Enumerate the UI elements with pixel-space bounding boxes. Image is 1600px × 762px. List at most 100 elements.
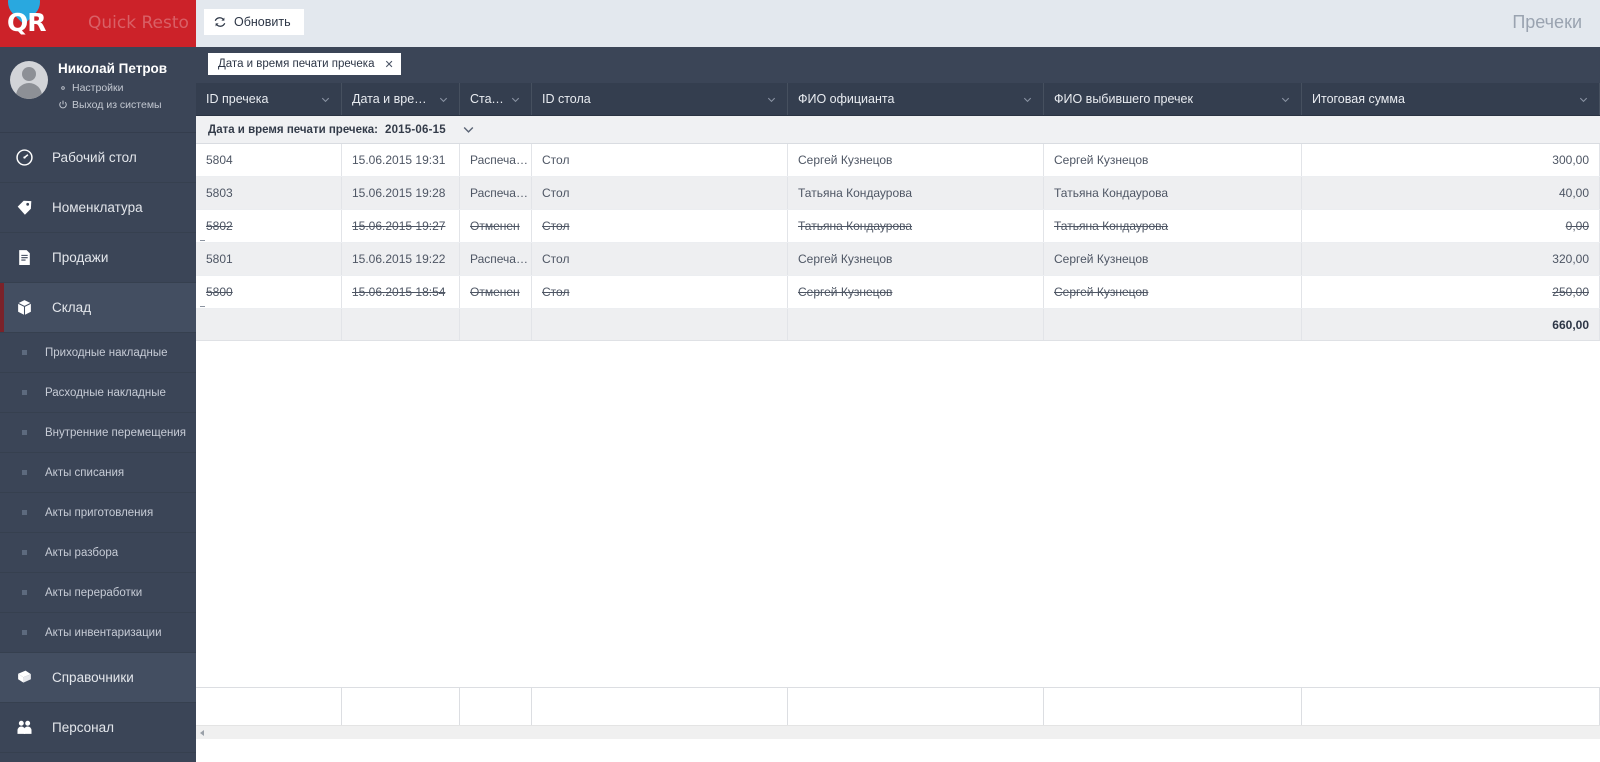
column-header-id[interactable]: ID пречека xyxy=(196,83,342,115)
footer-cell xyxy=(1302,688,1600,725)
chevron-down-icon[interactable] xyxy=(320,94,331,105)
cell-id: 5803 xyxy=(196,177,342,209)
column-header-label: ФИО официанта xyxy=(798,92,895,106)
cell-datetime: 15.06.2015 19:28 xyxy=(342,177,460,209)
row-marker xyxy=(200,306,205,307)
sidebar-item-sales[interactable]: Продажи xyxy=(0,233,196,283)
chevron-down-icon[interactable] xyxy=(510,94,521,105)
cell-waiter: Татьяна Кондаурова xyxy=(788,177,1044,209)
sidebar-item-label: Приходные накладные xyxy=(45,346,168,359)
user-name: Николай Петров xyxy=(58,61,168,76)
table-row[interactable]: 5801 15.06.2015 19:22 Распеча… Стол Серг… xyxy=(196,243,1600,276)
cell-waiter: Сергей Кузнецов xyxy=(788,144,1044,176)
chevron-down-icon[interactable] xyxy=(766,94,777,105)
horizontal-scrollbar[interactable] xyxy=(196,725,1600,739)
column-header-label: ID пречека xyxy=(206,92,269,106)
column-header-waiter[interactable]: ФИО официанта xyxy=(788,83,1044,115)
cell-issuer: Сергей Кузнецов xyxy=(1044,243,1302,275)
sidebar-item-processing-acts[interactable]: Акты переработки xyxy=(0,573,196,613)
sidebar-item-label: Акты разбора xyxy=(45,546,119,559)
cell-id: 5801 xyxy=(196,243,342,275)
filter-bar: Дата и время печати пречека ✕ xyxy=(196,47,1600,83)
cell-issuer: Сергей Кузнецов xyxy=(1044,144,1302,176)
cell-datetime: 15.06.2015 18:54 xyxy=(342,276,460,308)
sidebar-item-writeoff-acts[interactable]: Акты списания xyxy=(0,453,196,493)
cell-total: 0,00 xyxy=(1302,210,1600,242)
column-header-issuer[interactable]: ФИО выбившего пречек xyxy=(1044,83,1302,115)
chevron-down-icon[interactable] xyxy=(1578,94,1589,105)
sidebar-item-preparation-acts[interactable]: Акты приготовления xyxy=(0,493,196,533)
footer-cell xyxy=(532,688,788,725)
chevron-down-icon[interactable] xyxy=(1280,94,1291,105)
chevron-down-icon[interactable] xyxy=(1022,94,1033,105)
avatar[interactable] xyxy=(10,61,48,99)
chevron-down-icon[interactable] xyxy=(462,123,475,136)
filter-chip-print-datetime[interactable]: Дата и время печати пречека ✕ xyxy=(208,53,401,75)
sidebar-item-inventory-acts[interactable]: Акты инвентаризации xyxy=(0,613,196,653)
sidebar-item-internal-transfers[interactable]: Внутренние перемещения xyxy=(0,413,196,453)
power-icon xyxy=(59,100,67,109)
gear-icon xyxy=(61,86,65,90)
total-cell-empty xyxy=(460,309,532,340)
top-bar: Обновить Пречеки xyxy=(196,0,1600,47)
sidebar-item-disassembly-acts[interactable]: Акты разбора xyxy=(0,533,196,573)
settings-link[interactable]: Настройки xyxy=(58,82,196,94)
column-header-total[interactable]: Итоговая сумма xyxy=(1302,83,1600,115)
sidebar-item-label: Акты инвентаризации xyxy=(45,626,162,639)
user-profile: Николай Петров Настройки Выход из систем… xyxy=(0,47,196,133)
bullet-icon xyxy=(22,630,27,635)
cell-issuer: Татьяна Кондаурова xyxy=(1044,177,1302,209)
total-cell-empty xyxy=(1044,309,1302,340)
group-header-row[interactable]: Дата и время печати пречека: 2015-06-15 xyxy=(196,116,1600,144)
column-header-label: Статус xyxy=(470,92,504,106)
cell-total: 40,00 xyxy=(1302,177,1600,209)
cell-status: Распеча… xyxy=(460,144,532,176)
cell-status: Распеча… xyxy=(460,177,532,209)
chevron-down-icon[interactable] xyxy=(438,94,449,105)
table-row[interactable]: 5804 15.06.2015 19:31 Распеча… Стол Серг… xyxy=(196,144,1600,177)
bullet-icon xyxy=(22,390,27,395)
brand-logo[interactable]: QR Quick Resto xyxy=(0,0,196,47)
sidebar-item-outgoing-invoices[interactable]: Расходные накладные xyxy=(0,373,196,413)
cell-id: 5804 xyxy=(196,144,342,176)
group-label: Дата и время печати пречека: xyxy=(208,123,378,136)
cell-status: Отменен xyxy=(460,210,532,242)
column-header-status[interactable]: Статус xyxy=(460,83,532,115)
total-cell-empty xyxy=(342,309,460,340)
column-header-datetime[interactable]: Дата и врем… xyxy=(342,83,460,115)
refresh-button[interactable]: Обновить xyxy=(204,9,304,35)
sidebar-item-dashboard[interactable]: Рабочий стол xyxy=(0,133,196,183)
total-cell-empty xyxy=(788,309,1044,340)
logout-link[interactable]: Выход из системы xyxy=(58,99,196,111)
logout-label: Выход из системы xyxy=(72,99,162,111)
footer-cell xyxy=(1044,688,1302,725)
sidebar-item-directories[interactable]: Справочники xyxy=(0,653,196,703)
table-row[interactable]: 5800 15.06.2015 18:54 Отменен Стол Серге… xyxy=(196,276,1600,309)
footer-cell xyxy=(460,688,532,725)
table-row[interactable]: 5802 15.06.2015 19:27 Отменен Стол Татья… xyxy=(196,210,1600,243)
sidebar-item-incoming-invoices[interactable]: Приходные накладные xyxy=(0,333,196,373)
sidebar-item-warehouse[interactable]: Склад xyxy=(0,283,196,333)
table-row[interactable]: 5803 15.06.2015 19:28 Распеча… Стол Тать… xyxy=(196,177,1600,210)
logo-mark: QR xyxy=(7,8,47,37)
sidebar-item-label: Склад xyxy=(52,300,92,315)
bullet-icon xyxy=(22,590,27,595)
cell-datetime: 15.06.2015 19:31 xyxy=(342,144,460,176)
column-header-table-id[interactable]: ID стола xyxy=(532,83,788,115)
scroll-left-icon[interactable] xyxy=(200,730,204,736)
cell-id: 5800 xyxy=(196,276,342,308)
sidebar-item-nomenclature[interactable]: Номенклатура xyxy=(0,183,196,233)
cell-total: 250,00 xyxy=(1302,276,1600,308)
cell-total: 300,00 xyxy=(1302,144,1600,176)
column-header-label: ФИО выбившего пречек xyxy=(1054,92,1193,106)
refresh-label: Обновить xyxy=(234,15,291,29)
cell-table-id: Стол xyxy=(532,144,788,176)
bullet-icon xyxy=(22,550,27,555)
cell-table-id: Стол xyxy=(532,210,788,242)
cell-total: 320,00 xyxy=(1302,243,1600,275)
cell-waiter: Сергей Кузнецов xyxy=(788,243,1044,275)
sidebar-item-label: Акты приготовления xyxy=(45,506,154,519)
filter-chip-label: Дата и время печати пречека xyxy=(218,58,375,70)
close-icon[interactable]: ✕ xyxy=(384,58,393,71)
sidebar-item-staff[interactable]: Персонал xyxy=(0,703,196,753)
